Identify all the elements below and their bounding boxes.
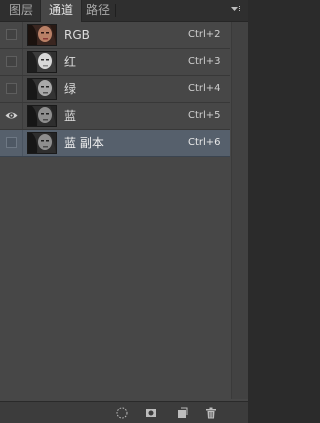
channel-row-rgb[interactable]: RGB Ctrl+2 bbox=[0, 22, 230, 49]
channel-shortcut: Ctrl+2 bbox=[188, 29, 221, 40]
visibility-box bbox=[6, 56, 17, 67]
channel-thumbnail bbox=[27, 24, 57, 46]
visibility-toggle[interactable] bbox=[5, 55, 18, 68]
visibility-box bbox=[6, 83, 17, 94]
channel-shortcut: Ctrl+4 bbox=[188, 83, 221, 94]
channel-row-blue-copy[interactable]: 蓝 副本 Ctrl+6 bbox=[0, 130, 230, 157]
visibility-box bbox=[6, 137, 17, 148]
channel-thumbnail bbox=[27, 105, 57, 127]
panel-menu-icon[interactable] bbox=[228, 3, 242, 17]
tab-divider bbox=[115, 4, 116, 17]
channel-name: RGB bbox=[64, 28, 90, 42]
visibility-toggle[interactable] bbox=[5, 136, 18, 149]
channel-row-green[interactable]: 绿 Ctrl+4 bbox=[0, 76, 230, 103]
visibility-box bbox=[6, 29, 17, 40]
row-divider bbox=[22, 49, 23, 75]
row-divider bbox=[22, 76, 23, 102]
channel-list: RGB Ctrl+2 红 Ctrl+3 绿 Ctrl+4 蓝 Ctrl+5 蓝 … bbox=[0, 22, 248, 399]
channel-thumbnail bbox=[27, 132, 57, 154]
channel-name: 绿 bbox=[64, 82, 77, 96]
eye-icon[interactable] bbox=[5, 109, 18, 122]
new-channel-icon[interactable] bbox=[175, 406, 189, 420]
tab-channels[interactable]: 通道 bbox=[40, 0, 82, 22]
channel-shortcut: Ctrl+6 bbox=[188, 137, 221, 148]
delete-channel-icon[interactable] bbox=[204, 406, 218, 420]
tab-bar: 图层 通道 路径 bbox=[0, 0, 248, 22]
channel-name: 蓝 副本 bbox=[64, 136, 104, 150]
tab-layers[interactable]: 图层 bbox=[3, 0, 39, 21]
save-selection-icon[interactable] bbox=[144, 406, 158, 420]
row-divider bbox=[22, 22, 23, 48]
load-selection-icon[interactable] bbox=[115, 406, 129, 420]
channel-shortcut: Ctrl+5 bbox=[188, 110, 221, 121]
channels-panel: 图层 通道 路径 RGB Ctrl+2 红 Ctrl+3 绿 Ctrl+4 蓝 … bbox=[0, 0, 248, 423]
tab-paths[interactable]: 路径 bbox=[82, 0, 114, 21]
channel-name: 红 bbox=[64, 55, 77, 69]
row-divider bbox=[22, 103, 23, 129]
visibility-toggle[interactable] bbox=[5, 28, 18, 41]
visibility-toggle[interactable] bbox=[5, 82, 18, 95]
scrollbar-track[interactable] bbox=[231, 22, 248, 399]
channel-name: 蓝 bbox=[64, 109, 77, 123]
channel-shortcut: Ctrl+3 bbox=[188, 56, 221, 67]
channel-thumbnail bbox=[27, 78, 57, 100]
channel-thumbnail bbox=[27, 51, 57, 73]
row-divider bbox=[22, 130, 23, 156]
panel-footer-toolbar bbox=[0, 401, 248, 423]
channel-row-blue[interactable]: 蓝 Ctrl+5 bbox=[0, 103, 230, 130]
channel-row-red[interactable]: 红 Ctrl+3 bbox=[0, 49, 230, 76]
